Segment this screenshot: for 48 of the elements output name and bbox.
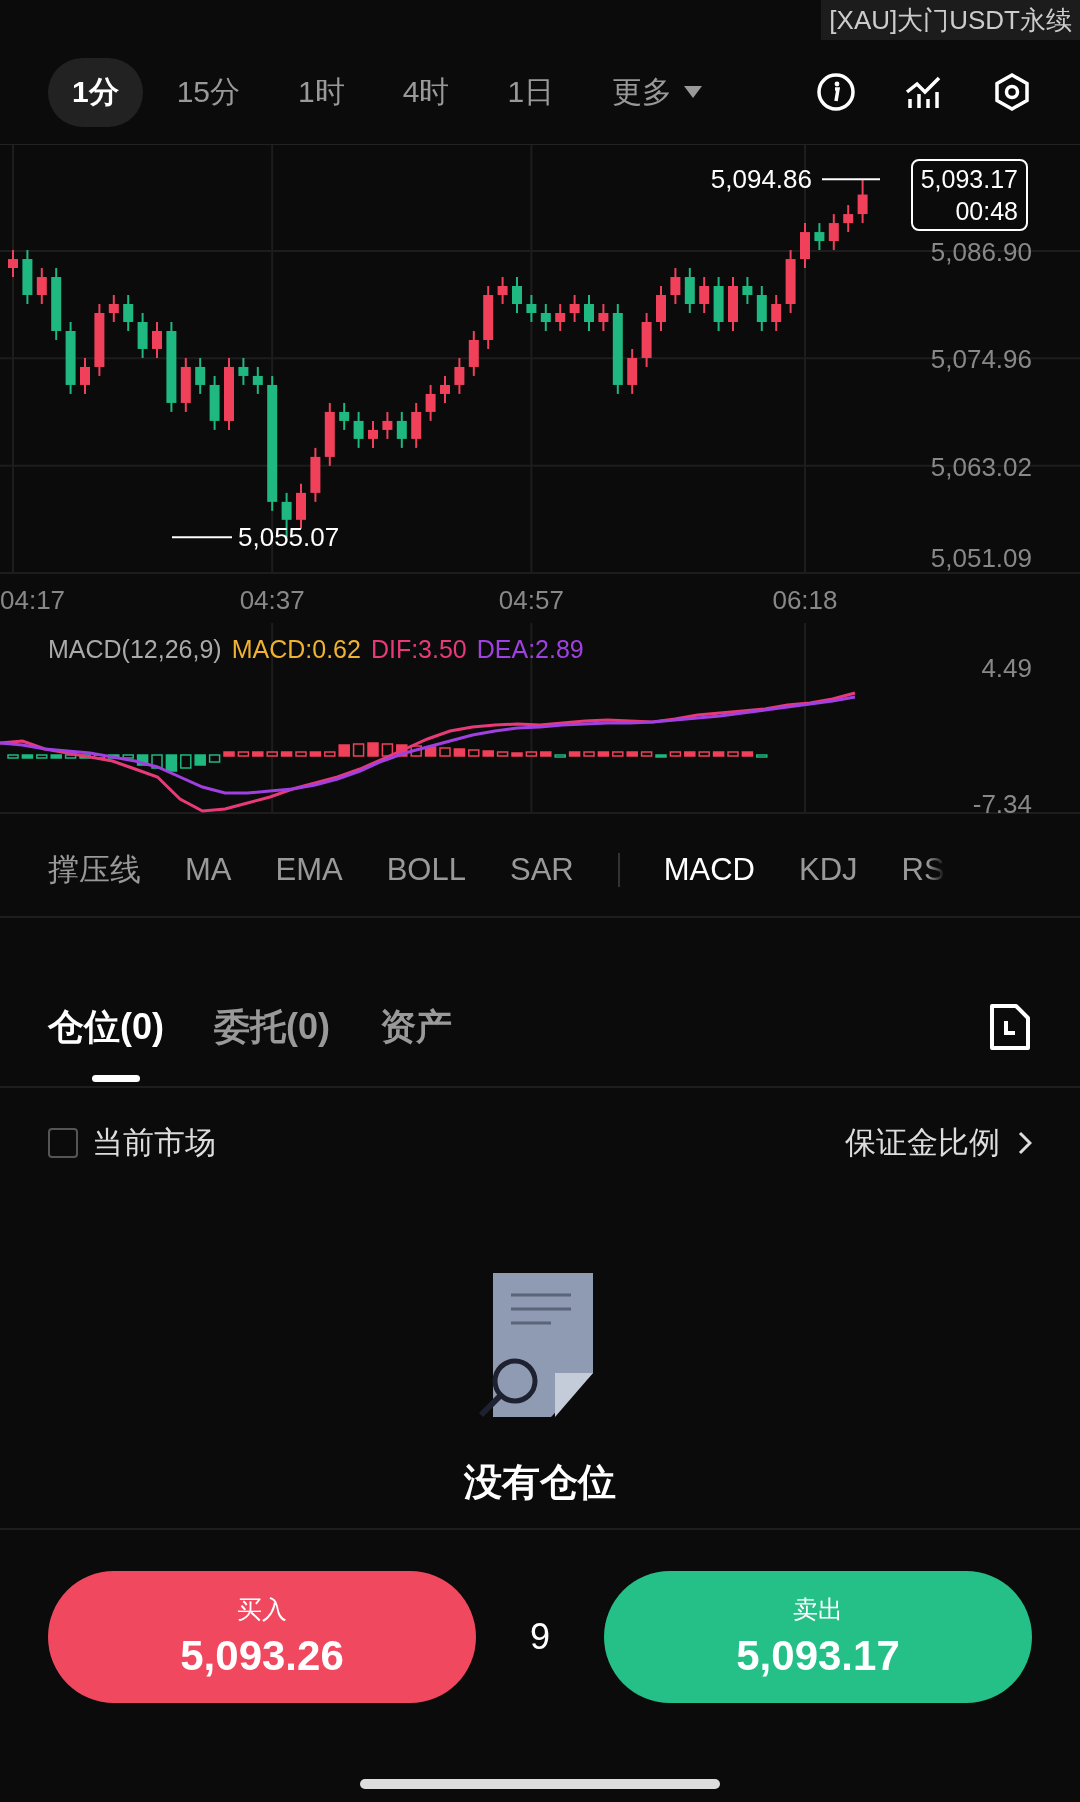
settings-icon[interactable]: [992, 72, 1032, 112]
price-axis-label: 5,063.02: [930, 451, 1032, 482]
price-axis-label: 5,074.96: [930, 344, 1032, 375]
dif-value: DIF:3.50: [370, 635, 467, 664]
high-price-label: 5,094.86: [710, 164, 812, 195]
position-tab[interactable]: 资产: [380, 972, 452, 1082]
timeframe-tab[interactable]: 15分: [152, 57, 265, 127]
macd-params-label: MACD(12,26,9): [48, 635, 222, 664]
timeframe-tab[interactable]: 4时: [378, 57, 474, 127]
info-icon[interactable]: [816, 72, 856, 112]
price-axis-label: 5,086.90: [930, 236, 1032, 267]
spread-value: 9: [529, 1615, 551, 1658]
macd-value: MACD:0.62: [231, 635, 361, 664]
video-title: [XAU]大门USDT永续: [821, 0, 1080, 40]
buy-button[interactable]: 买入 5,093.26: [48, 1570, 476, 1703]
price-axis-label: 5,051.09: [930, 543, 1032, 573]
time-axis-label: 04:17: [0, 585, 66, 615]
timeframe-tab[interactable]: 1时: [274, 57, 369, 127]
indicator-tab[interactable]: MACD: [663, 851, 755, 888]
indicator-tab[interactable]: RS: [901, 851, 945, 888]
leader-line: [821, 178, 881, 181]
position-tab[interactable]: 委托(0): [214, 972, 330, 1082]
macd-axis-label: 4.49: [981, 653, 1032, 683]
checkbox-label: 当前市场: [92, 1124, 216, 1162]
history-icon[interactable]: [988, 1003, 1032, 1051]
time-axis-label: 04:37: [239, 585, 305, 615]
time-axis-label: 04:57: [498, 585, 564, 615]
position-tab[interactable]: 仓位(0): [48, 972, 164, 1082]
low-price-label: 5,055.07: [238, 522, 340, 553]
leader-line: [171, 536, 233, 539]
last-price-tag: 5,093.17 00:48: [910, 159, 1028, 231]
caret-icon: [684, 86, 703, 98]
indicator-tab[interactable]: BOLL: [386, 851, 466, 888]
empty-state-text: 没有仓位: [464, 1460, 616, 1505]
timeframe-tab[interactable]: 1分: [48, 57, 143, 127]
dea-value: DEA:2.89: [476, 635, 584, 664]
margin-ratio-link[interactable]: 保证金比例: [845, 1122, 1032, 1164]
indicator-tab[interactable]: MA: [185, 851, 232, 888]
more-dropdown[interactable]: 更多: [588, 57, 727, 127]
checkbox[interactable]: [48, 1128, 78, 1158]
timeframe-tab[interactable]: 1日: [483, 57, 579, 127]
chevron-icon: [1018, 1131, 1032, 1155]
macd-axis-label: -7.34: [972, 789, 1032, 819]
time-axis-label: 06:18: [772, 585, 838, 615]
indicator-tab[interactable]: EMA: [275, 851, 343, 888]
indicator-tab[interactable]: KDJ: [799, 851, 858, 888]
indicator-tab[interactable]: 撑压线: [48, 848, 141, 891]
indicator-tab[interactable]: SAR: [509, 851, 574, 888]
